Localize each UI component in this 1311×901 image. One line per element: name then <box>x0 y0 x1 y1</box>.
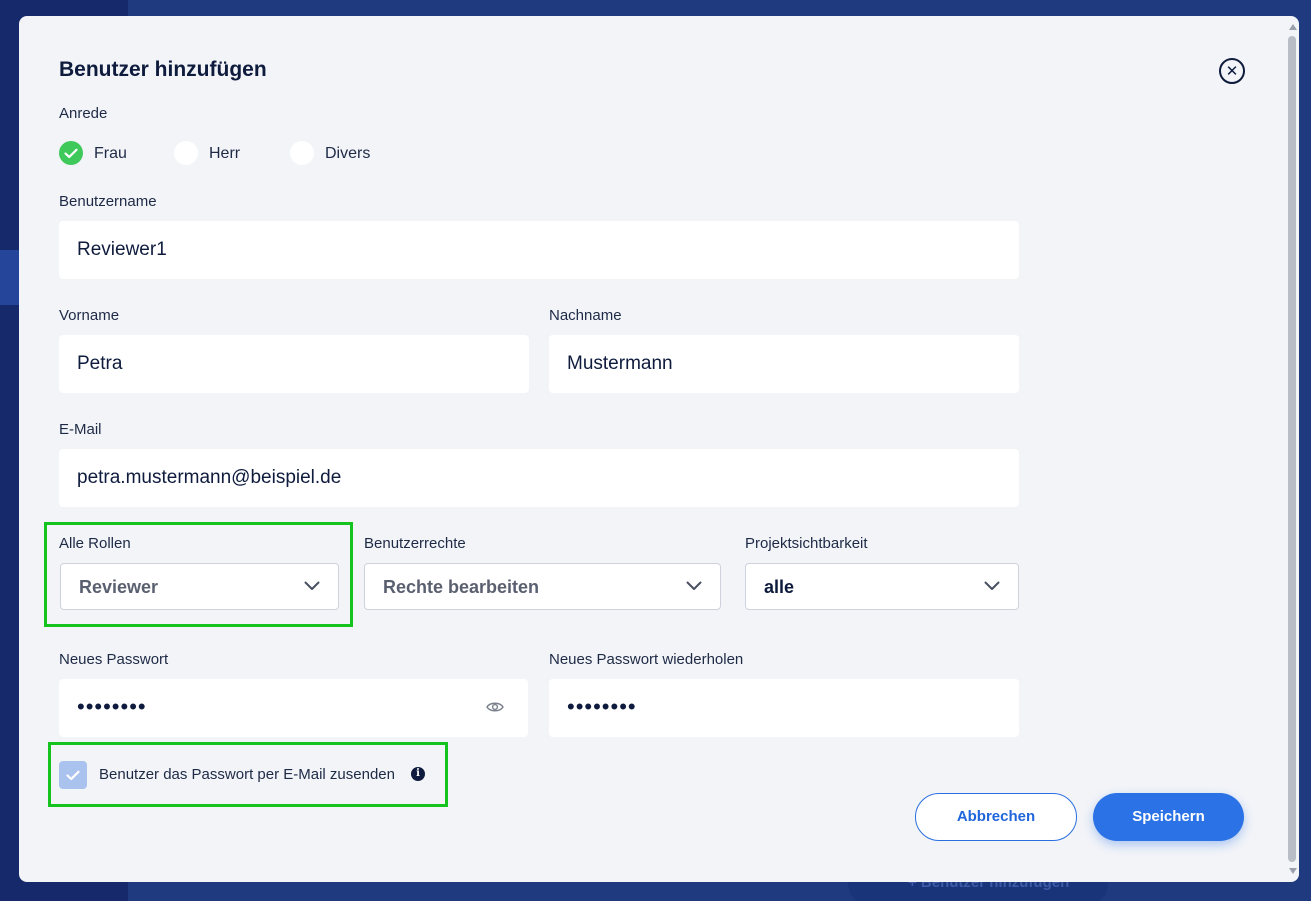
radio-label-herr[interactable]: Herr <box>209 145 240 163</box>
cancel-button[interactable]: Abbrechen <box>915 793 1077 841</box>
rights-label: Benutzerrechte <box>364 535 466 552</box>
password-value: •••••••• <box>77 694 147 719</box>
firstname-label: Vorname <box>59 307 120 324</box>
username-label: Benutzername <box>59 193 157 210</box>
password-repeat-input[interactable]: •••••••• <box>549 679 1019 737</box>
rights-select[interactable]: Rechte bearbeiten <box>364 563 721 610</box>
salutation-label: Anrede <box>59 105 108 122</box>
email-input[interactable]: petra.mustermann@beispiel.de <box>59 449 1019 507</box>
password-repeat-label: Neues Passwort wiederholen <box>549 651 744 668</box>
dialog-scrollbar[interactable] <box>1287 24 1297 874</box>
chevron-down-icon <box>984 581 1000 590</box>
email-label: E-Mail <box>59 421 102 438</box>
visibility-select-value: alle <box>764 577 795 597</box>
roles-highlight-box <box>44 522 353 627</box>
username-input[interactable]: Reviewer1 <box>59 221 1019 279</box>
checkbox-highlight-box <box>48 742 448 807</box>
password-label: Neues Passwort <box>59 651 169 668</box>
firstname-input[interactable]: Petra <box>59 335 529 393</box>
radio-frau[interactable] <box>59 141 83 165</box>
radio-label-frau[interactable]: Frau <box>94 145 127 163</box>
rights-select-value: Rechte bearbeiten <box>383 577 540 597</box>
chevron-down-icon <box>686 581 702 590</box>
checkmark-icon <box>64 148 78 158</box>
lastname-input[interactable]: Mustermann <box>549 335 1019 393</box>
scroll-up-icon[interactable] <box>1289 24 1297 30</box>
dialog-title: Benutzer hinzufügen <box>59 58 267 81</box>
save-button[interactable]: Speichern <box>1093 793 1244 841</box>
password-input[interactable]: •••••••• <box>59 679 528 737</box>
eye-icon[interactable] <box>486 701 504 713</box>
lastname-label: Nachname <box>549 307 622 324</box>
radio-label-divers[interactable]: Divers <box>325 145 370 163</box>
close-button[interactable]: ✕ <box>1219 58 1245 84</box>
close-icon: ✕ <box>1225 62 1239 80</box>
radio-divers[interactable] <box>290 141 314 165</box>
add-user-dialog: Benutzer hinzufügen ✕ Anrede Frau Herr D… <box>19 16 1299 882</box>
radio-herr[interactable] <box>174 141 198 165</box>
sidebar-active-item <box>0 250 20 305</box>
scroll-thumb[interactable] <box>1288 36 1296 862</box>
scroll-down-icon[interactable] <box>1289 868 1297 874</box>
visibility-label: Projektsichtbarkeit <box>745 535 868 552</box>
visibility-select[interactable]: alle <box>745 563 1019 610</box>
